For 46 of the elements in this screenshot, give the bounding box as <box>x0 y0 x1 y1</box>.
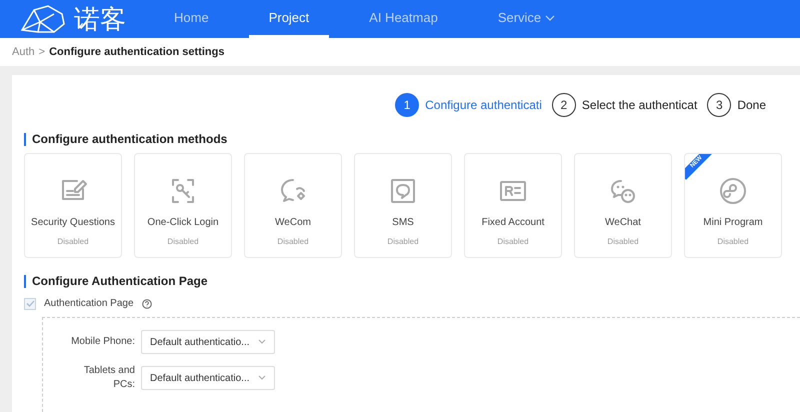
method-name: SMS <box>392 216 414 230</box>
breadcrumb-link[interactable]: Auth <box>12 44 35 60</box>
method-card[interactable]: Fixed Account Disabled <box>464 153 562 258</box>
step-label: Done <box>737 97 766 114</box>
method-name: Mini Program <box>703 216 763 230</box>
step-number: 3 <box>707 93 732 117</box>
logo-text: 诺客 <box>74 6 126 32</box>
method-status: Disabled <box>607 236 639 248</box>
check-icon <box>26 299 34 308</box>
method-icon <box>717 175 749 207</box>
method-card[interactable]: SMS Disabled <box>354 153 452 258</box>
select-field[interactable]: Default authenticatio... <box>141 366 275 390</box>
method-status: Disabled <box>387 236 419 248</box>
section-title: Configure Authentication Page <box>24 275 800 288</box>
field-label: Mobile Phone: <box>70 335 135 349</box>
method-name: Security Questions <box>31 216 115 230</box>
step-label: Select the authenticat <box>582 97 698 114</box>
checkbox-label: Authentication Page <box>44 297 134 311</box>
step-number: 2 <box>552 93 576 117</box>
breadcrumb-separator: > <box>38 44 46 60</box>
method-status: Disabled <box>277 236 309 248</box>
method-card[interactable]: WeCom Disabled <box>244 153 342 258</box>
method-name: One-Click Login <box>147 216 219 230</box>
select-value: Default authenticatio... <box>150 336 250 350</box>
section-title: Configure authentication methods <box>24 133 800 146</box>
method-card[interactable]: One-Click Login Disabled <box>134 153 232 258</box>
method-name: WeChat <box>605 216 641 230</box>
step-number: 1 <box>395 93 420 117</box>
checkbox[interactable] <box>24 298 36 310</box>
breadcrumb-current: Configure authentication settings <box>49 44 224 60</box>
select-value: Default authenticatio... <box>150 372 250 386</box>
select-field[interactable]: Default authenticatio... <box>141 330 275 354</box>
method-name: WeCom <box>275 216 311 230</box>
help-icon <box>142 298 152 308</box>
chevron-down-icon <box>258 339 266 345</box>
step-label: Configure authenticati <box>425 97 542 114</box>
method-name: Fixed Account <box>482 216 544 230</box>
method-status: Disabled <box>57 236 89 248</box>
method-card[interactable]: WeChat Disabled <box>574 153 672 258</box>
logo-icon <box>20 4 66 34</box>
field-label: Tablets and PCs: <box>82 364 135 392</box>
method-status: Disabled <box>497 236 529 248</box>
method-card[interactable]: Security Questions Disabled <box>24 153 122 258</box>
method-status: Disabled <box>167 236 199 248</box>
method-status: Disabled <box>717 236 749 248</box>
chevron-down-icon <box>258 375 266 381</box>
